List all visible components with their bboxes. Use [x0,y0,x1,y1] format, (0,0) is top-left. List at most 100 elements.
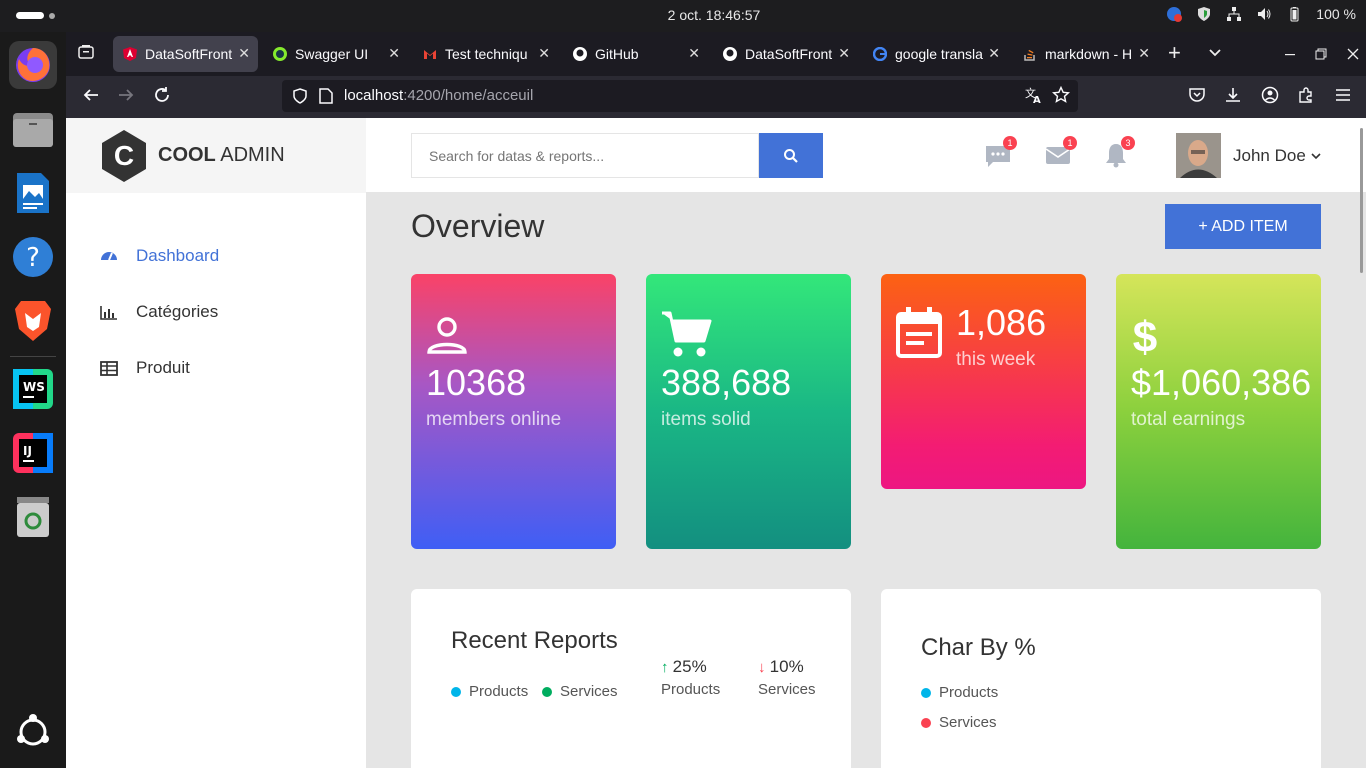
page-scrollbar[interactable] [1360,128,1363,273]
intellij-launcher[interactable]: IJ [9,429,57,477]
stat-value: 1,086 [956,302,1047,343]
logo-area[interactable]: C COOL ADMIN [66,118,366,193]
search-input[interactable] [411,133,759,178]
messages-button[interactable]: 1 [985,136,1017,168]
close-tab-icon[interactable]: ✕ [988,45,1000,62]
downloads-icon[interactable] [1224,86,1242,109]
close-tab-icon[interactable]: ✕ [238,45,250,62]
close-tab-icon[interactable]: ✕ [838,45,850,62]
firefox-view-icon[interactable] [78,44,94,65]
stat-pct: 10% [769,657,804,676]
account-icon[interactable] [1261,86,1279,109]
tab-2[interactable]: Swagger UI ✕ [263,36,408,72]
close-tab-icon[interactable]: ✕ [1138,45,1150,62]
tab-3[interactable]: Test techniqu ✕ [413,36,558,72]
close-tab-icon[interactable]: ✕ [388,45,400,62]
shopping-cart-icon [662,311,712,357]
volume-icon[interactable] [1256,6,1272,22]
page-icon[interactable] [319,88,333,104]
stat-card-members: 10368 members online [411,274,616,549]
menu-icon[interactable] [1334,86,1352,109]
angular-icon [123,47,137,61]
stat-label: members online [426,409,562,430]
chevron-down-icon [1310,153,1321,160]
recent-reports-panel: Recent Reports Products Services ↑ 25% P… [411,589,851,768]
tab-1[interactable]: DataSoftFront ✕ [113,36,258,72]
arrow-down-icon: ↓ [758,659,766,676]
browser-tab-bar: DataSoftFront ✕ Swagger UI ✕ Test techni… [66,32,1366,76]
account-icon [427,317,467,354]
tab-6[interactable]: google transla ✕ [863,36,1008,72]
system-tray[interactable]: 100 % [1166,6,1356,22]
svg-text:?: ? [26,243,40,273]
shield-icon[interactable] [1196,6,1212,22]
legend-item-services: Services [542,683,618,700]
tab-title: GitHub [595,46,639,62]
show-apps-button[interactable] [9,708,57,756]
firefox-icon [16,48,50,82]
back-icon[interactable] [82,86,100,109]
pocket-icon[interactable] [1188,86,1206,109]
restore-icon[interactable] [1315,44,1327,65]
stat-value: 388,688 [661,362,792,403]
stat-services: ↓ 10% Services [758,657,816,698]
files-launcher[interactable] [9,105,57,153]
extensions-icon[interactable] [1297,86,1315,109]
avatar[interactable] [1176,133,1221,178]
dock: ? WS IJ [0,32,66,768]
url-bar[interactable]: localhost:4200/home/acceuil 文A [282,80,1078,112]
sidebar-item-categories[interactable]: Catégories [100,302,218,322]
minimize-icon[interactable] [1284,44,1296,65]
legend-item-products: Products [921,684,998,701]
forward-icon[interactable] [117,86,135,109]
reload-icon[interactable] [153,86,171,109]
user-name-dropdown[interactable]: John Doe [1233,146,1321,166]
firefox-launcher[interactable] [9,41,57,89]
close-window-icon[interactable] [1347,44,1359,65]
mail-badge: 1 [1063,136,1077,150]
webstorm-launcher[interactable]: WS [9,365,57,413]
tab-4[interactable]: GitHub ✕ [563,36,708,72]
svg-text:IJ: IJ [23,444,32,458]
stat-card-earnings: $ $1,060,386 total earnings [1116,274,1321,549]
tab-title: DataSoftFront [745,46,833,62]
messages-badge: 1 [1003,136,1017,150]
sidebar-item-dashboard[interactable]: Dashboard [100,246,219,266]
tracking-shield-icon[interactable] [292,88,308,104]
notifications-button[interactable]: 3 [1103,136,1135,168]
tab-5[interactable]: DataSoftFront ✕ [713,36,858,72]
bar-chart-icon [100,306,117,320]
tab-title: Swagger UI [295,46,369,62]
tab-7[interactable]: markdown - H ✕ [1013,36,1158,72]
legend-dot [921,687,931,698]
help-launcher[interactable]: ? [9,233,57,281]
translate-icon[interactable]: 文A [1024,86,1042,108]
legend-label: Services [560,683,618,700]
writer-document-icon [17,173,49,213]
system-clock[interactable]: 2 oct. 18:46:57 [0,7,1366,23]
brave-lion-icon [15,301,51,341]
close-tab-icon[interactable]: ✕ [538,45,550,62]
network-icon[interactable] [1226,6,1242,22]
url-text: localhost:4200/home/acceuil [344,87,534,104]
bookmark-star-icon[interactable] [1051,85,1071,109]
trash-launcher[interactable] [9,493,57,541]
sidebar-item-label: Catégories [136,302,219,321]
brave-launcher[interactable] [9,297,57,345]
list-tabs-icon[interactable] [1208,44,1222,65]
add-item-button[interactable]: + ADD ITEM [1165,204,1321,249]
libreoffice-writer-launcher[interactable] [9,169,57,217]
panel-title: Recent Reports [451,627,618,654]
app-indicator-icon[interactable] [1166,6,1183,22]
legend-dot [542,686,552,697]
battery-icon[interactable] [1286,6,1302,22]
new-tab-icon[interactable]: + [1168,40,1181,66]
sidebar-item-produit[interactable]: Produit [100,358,190,378]
mail-button[interactable]: 1 [1045,136,1077,168]
calendar-note-icon [896,307,942,358]
close-tab-icon[interactable]: ✕ [688,45,700,62]
money-icon: $ [1133,313,1157,358]
folder-icon [13,113,53,147]
tab-title: DataSoftFront [145,46,233,62]
search-button[interactable] [759,133,823,178]
